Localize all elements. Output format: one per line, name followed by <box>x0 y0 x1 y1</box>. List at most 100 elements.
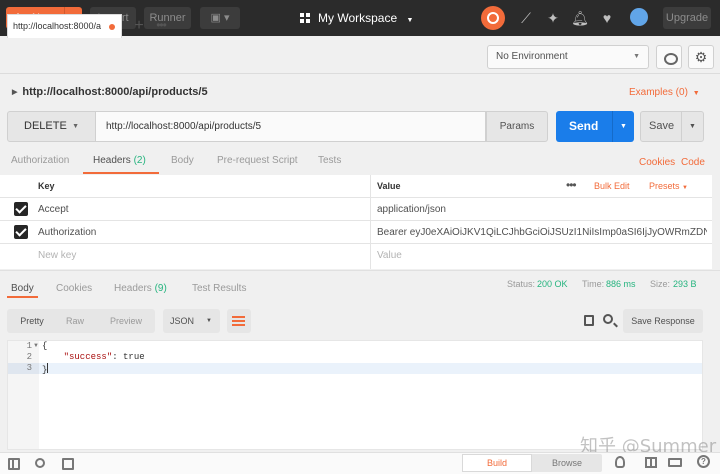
console-icon[interactable] <box>62 458 74 470</box>
fold-arrow-icon[interactable]: ▼ <box>33 341 39 352</box>
environment-value: No Environment <box>496 51 568 62</box>
bootcamp-lightbulb-icon[interactable] <box>615 456 625 468</box>
chevron-down-icon: ▼ <box>72 123 79 130</box>
heart-icon[interactable]: ♥ <box>598 9 616 27</box>
code-line: "success": true <box>42 352 145 363</box>
avatar[interactable] <box>630 8 648 26</box>
new-window-button[interactable]: ▣ ▾ <box>200 7 240 29</box>
workspace-switcher[interactable]: My Workspace ▼ <box>300 0 430 36</box>
response-headers-count: (9) <box>154 283 167 294</box>
upgrade-button[interactable]: Upgrade <box>663 7 711 29</box>
expand-arrow-icon[interactable]: ▶ <box>12 89 17 96</box>
presets-dropdown[interactable]: Presets ▼ <box>649 175 688 200</box>
view-raw-button[interactable]: Raw <box>66 309 84 333</box>
help-icon[interactable]: ? <box>697 455 710 468</box>
send-button[interactable]: Send ▼ <box>556 111 634 142</box>
url-input[interactable] <box>96 111 486 142</box>
tab-headers[interactable]: Headers (2) <box>93 155 146 166</box>
code-link[interactable]: Code <box>681 157 705 168</box>
table-row: Accept application/json <box>0 198 712 221</box>
header-key-cell[interactable]: Authorization <box>38 221 368 244</box>
header-enabled-checkbox[interactable] <box>14 225 28 239</box>
two-pane-view-icon[interactable] <box>645 457 657 468</box>
size-value[interactable]: 293 B <box>673 279 697 289</box>
settings-wrench-icon[interactable]: ✦ <box>544 9 562 27</box>
chevron-down-icon: ▼ <box>406 17 414 24</box>
save-response-button[interactable]: Save Response <box>623 309 703 333</box>
send-options-chevron-icon[interactable]: ▼ <box>612 111 634 142</box>
more-options-icon[interactable]: ••• <box>566 175 577 196</box>
save-options-chevron-icon[interactable]: ▼ <box>681 112 703 141</box>
add-tab-button[interactable]: + <box>130 15 148 37</box>
new-value-input[interactable]: Value <box>377 244 707 267</box>
key-column-header: Key <box>38 181 55 191</box>
tab-prerequest-script[interactable]: Pre-request Script <box>217 155 298 166</box>
notification-bell-icon[interactable]: 🔔︎ <box>571 9 589 27</box>
request-title[interactable]: ▶ http://localhost:8000/api/products/5 <box>12 86 208 98</box>
response-tab-headers-label: Headers <box>114 283 152 294</box>
examples-label: Examples (0) <box>629 87 688 98</box>
status-bar <box>0 452 720 474</box>
chevron-down-icon: ▼ <box>682 185 688 191</box>
save-button[interactable]: Save ▼ <box>640 111 704 142</box>
view-pretty-button[interactable]: Pretty <box>7 309 57 333</box>
response-tab-body[interactable]: Body <box>11 283 34 294</box>
tab-headers-count: (2) <box>133 155 146 166</box>
active-tab-indicator <box>7 296 38 298</box>
bulk-edit-link[interactable]: Bulk Edit <box>594 175 630 198</box>
tab-authorization[interactable]: Authorization <box>11 155 69 166</box>
workspace-label: My Workspace <box>318 11 398 25</box>
format-value: JSON <box>170 316 195 326</box>
tab-label: http://localhost:8000/a <box>13 21 102 31</box>
status-value[interactable]: 200 OK <box>537 279 568 289</box>
table-header-row: Key Value ••• Bulk Edit Presets ▼ <box>0 175 712 198</box>
params-button[interactable]: Params <box>486 111 548 142</box>
time-value[interactable]: 886 ms <box>606 279 636 289</box>
tab-headers-label: Headers <box>93 155 131 166</box>
presets-label: Presets <box>649 181 680 191</box>
json-key: "success" <box>63 352 113 362</box>
request-title-text: http://localhost:8000/api/products/5 <box>22 86 208 98</box>
sync-icon[interactable] <box>481 6 505 30</box>
view-preview-button[interactable]: Preview <box>110 309 142 333</box>
toggle-sidebar-icon[interactable] <box>8 458 20 470</box>
new-key-input[interactable]: New key <box>38 244 368 267</box>
search-icon[interactable] <box>603 314 613 324</box>
header-value-cell[interactable]: application/json <box>377 198 707 221</box>
text-cursor <box>47 363 49 373</box>
chevron-down-icon: ▼ <box>206 318 212 324</box>
build-mode-button[interactable]: Build <box>462 454 532 472</box>
response-tab-headers[interactable]: Headers (9) <box>114 283 167 294</box>
header-enabled-checkbox[interactable] <box>14 202 28 216</box>
unsaved-dot-icon <box>109 24 115 30</box>
code-line: { <box>42 341 48 351</box>
chevron-down-icon: ▼ <box>692 90 700 97</box>
copy-icon[interactable] <box>584 315 594 326</box>
environment-select[interactable]: No Environment ▼ <box>487 45 649 69</box>
header-key-cell[interactable]: Accept <box>38 198 368 221</box>
environment-quick-look-eye-icon[interactable] <box>656 45 682 69</box>
time-label: Time: <box>582 279 605 289</box>
manage-environments-gear-icon[interactable]: ⚙ <box>688 45 714 69</box>
more-tabs-icon[interactable]: ••• <box>151 15 171 37</box>
tab-body[interactable]: Body <box>171 155 194 166</box>
table-row-new: New key Value <box>0 244 712 267</box>
examples-dropdown[interactable]: Examples (0) ▼ <box>629 87 700 98</box>
method-select[interactable]: DELETE ▼ <box>7 111 96 142</box>
code-line: } <box>42 363 49 376</box>
response-tab-cookies[interactable]: Cookies <box>56 283 92 294</box>
interceptor-icon[interactable]: ⟋ <box>517 9 535 27</box>
tab-tests[interactable]: Tests <box>318 155 341 166</box>
browse-mode-button[interactable]: Browse <box>532 454 602 472</box>
cookies-link[interactable]: Cookies <box>639 157 675 168</box>
request-tab-active[interactable]: http://localhost:8000/a <box>7 14 122 38</box>
send-label: Send <box>569 119 599 133</box>
json-value: : true <box>112 352 145 362</box>
response-tab-test-results[interactable]: Test Results <box>192 283 246 294</box>
format-select[interactable]: JSON ▼ <box>163 309 220 333</box>
wrap-lines-icon[interactable] <box>227 309 251 333</box>
find-icon[interactable] <box>35 458 45 468</box>
line-number: 1 <box>26 341 32 351</box>
header-value-cell[interactable]: Bearer eyJ0eXAiOiJKV1QiLCJhbGciOiJSUzI1N… <box>377 221 707 244</box>
keyboard-shortcuts-icon[interactable] <box>668 458 682 467</box>
